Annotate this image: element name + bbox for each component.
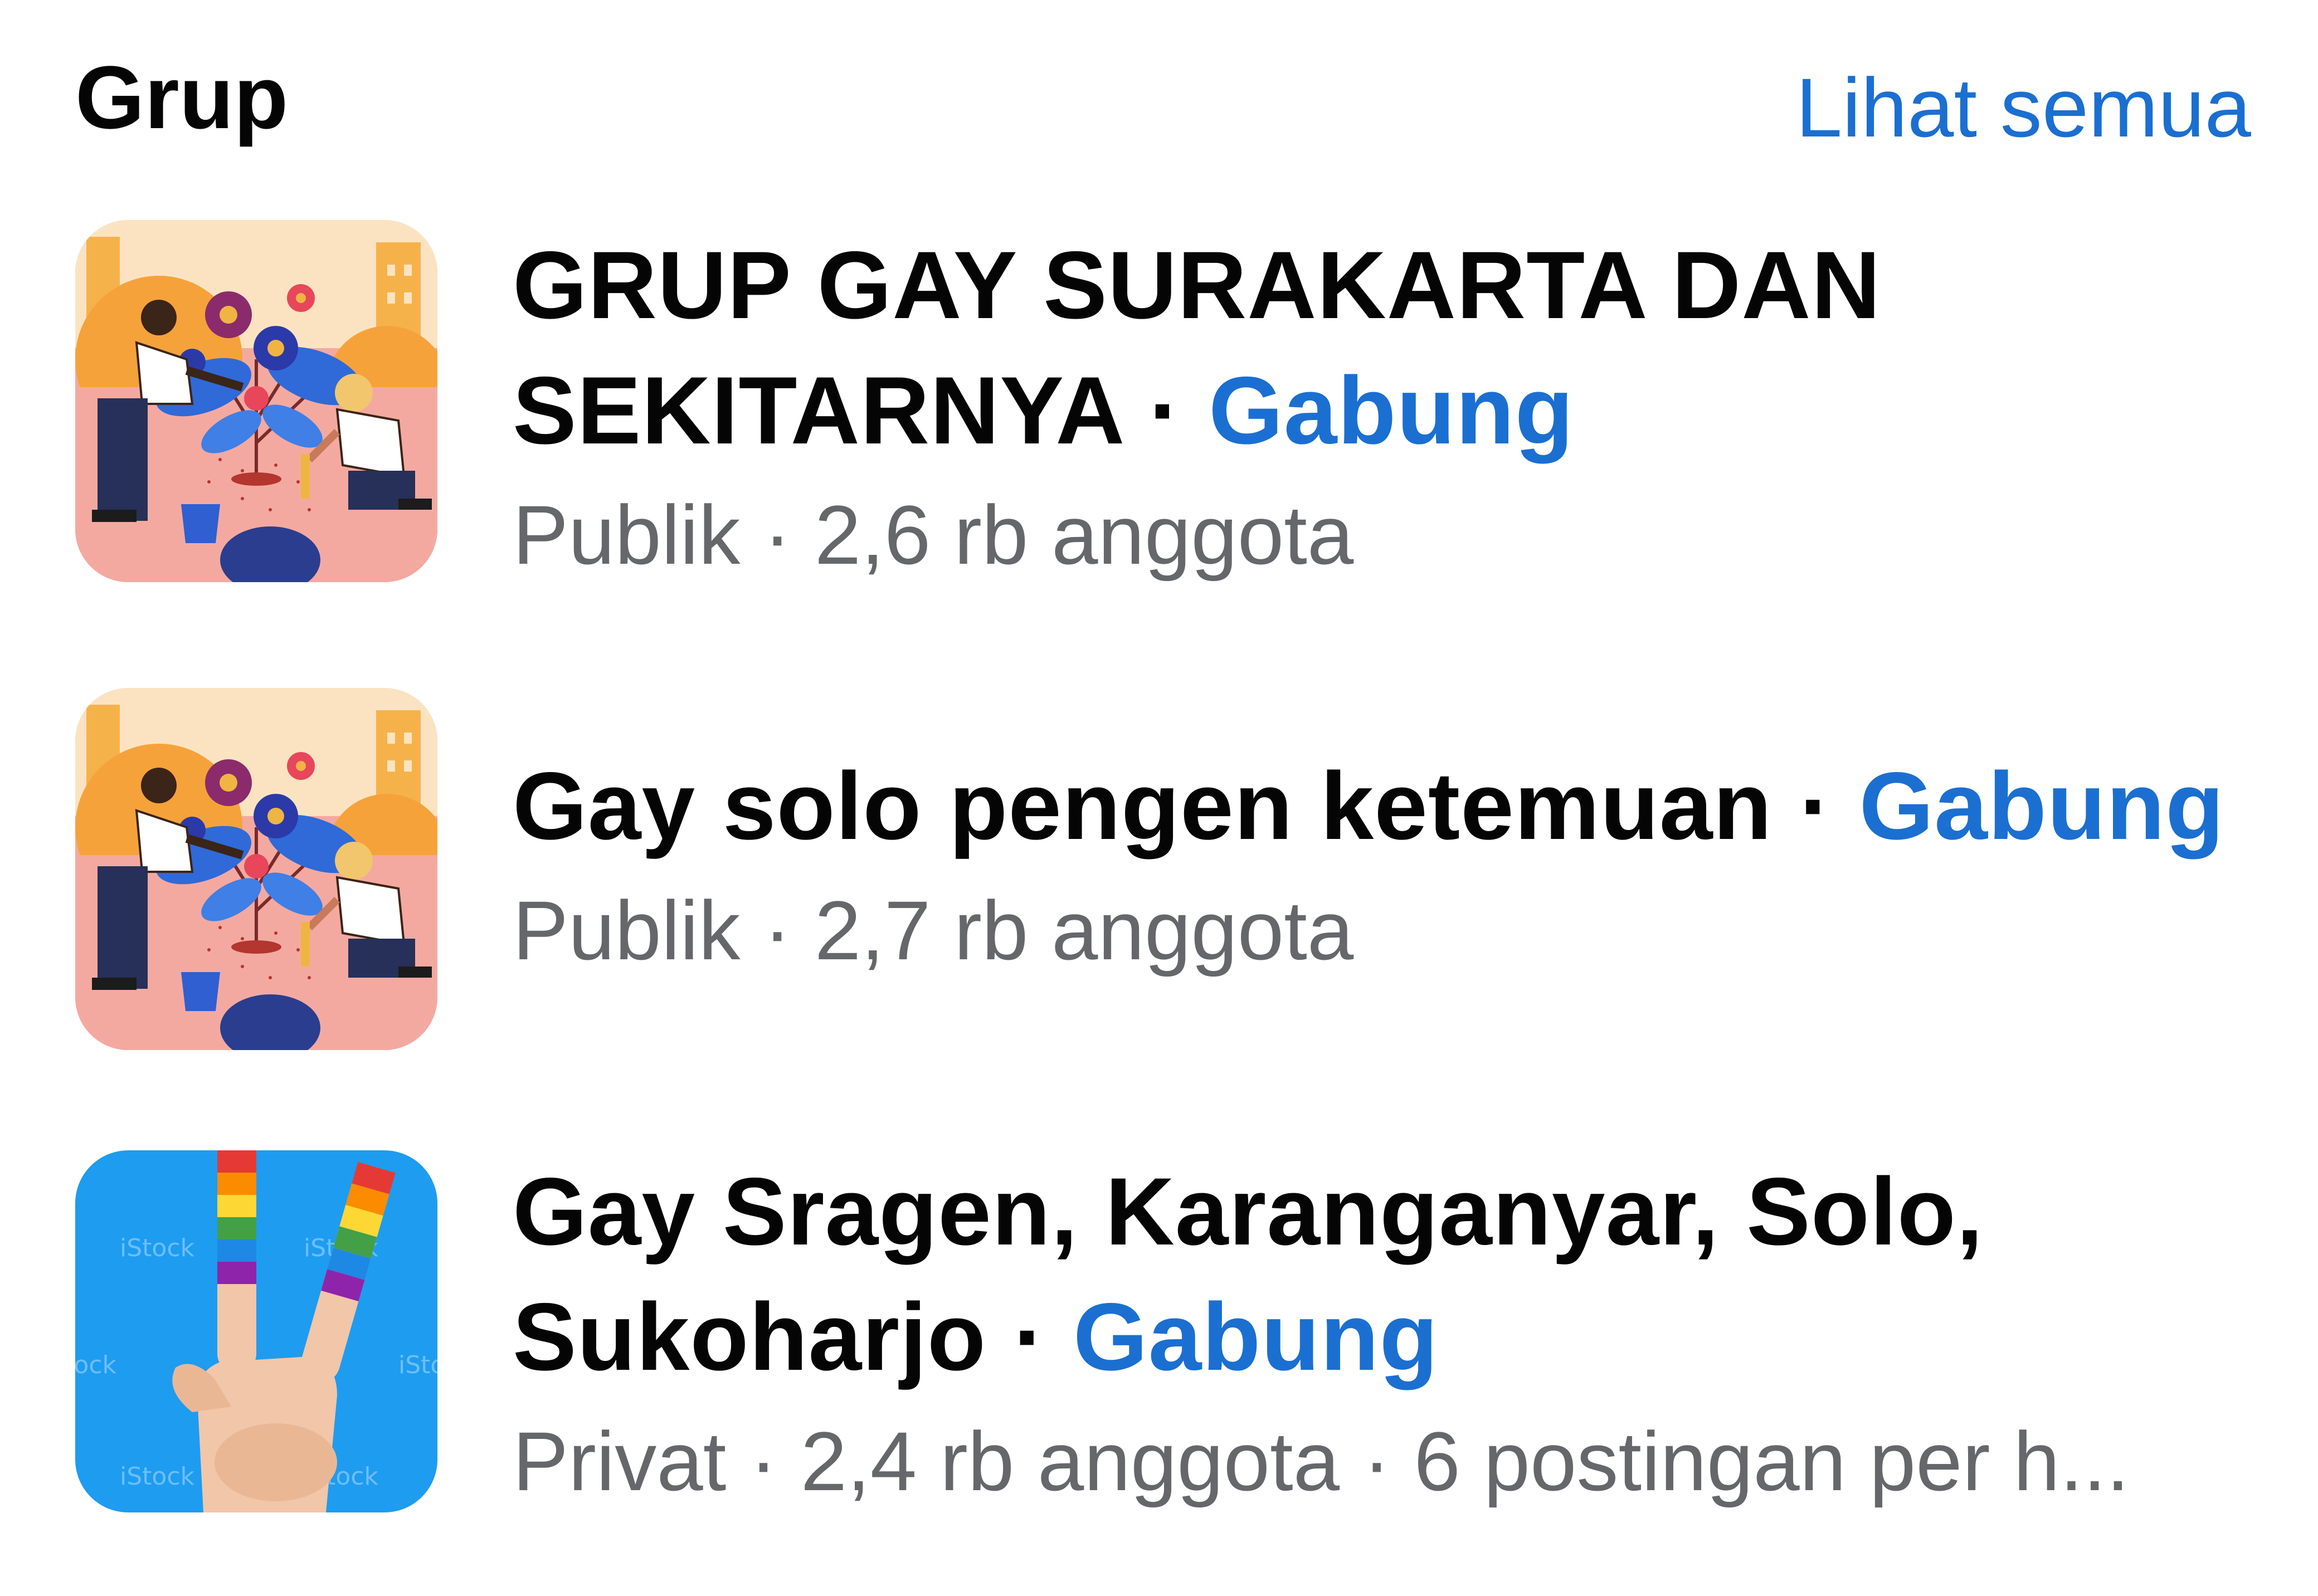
section-title: Grup	[75, 47, 289, 147]
group-name[interactable]: Gay solo pengen ketemuan	[513, 753, 1772, 860]
group-thumbnail[interactable]	[75, 220, 437, 582]
group-meta: Privat · 2,4 rb anggota · 6 postingan pe…	[513, 1414, 2130, 1508]
see-all-link[interactable]: Lihat semua	[1796, 66, 2251, 149]
group-info: Gay Sragen, Karanganyar, Solo, Sukoharjo…	[513, 1149, 2268, 1517]
separator-dot: ·	[1122, 357, 1209, 464]
join-button[interactable]: Gabung	[1859, 753, 2224, 860]
garden-illustration-icon	[75, 220, 437, 582]
watermark-text: iStock	[120, 1234, 195, 1262]
meta-separator: ·	[740, 884, 815, 977]
group-meta: Publik · 2,7 rb anggota	[513, 875, 2268, 986]
join-button[interactable]: Gabung	[1073, 1283, 1439, 1390]
group-name[interactable]: GRUP GAY SURAKARTA DAN	[513, 232, 1881, 339]
meta-separator: ·	[740, 488, 815, 582]
group-thumbnail[interactable]	[75, 688, 437, 1050]
rainbow-peace-hand-icon: iStock iStock iStock iStock iStock iStoc…	[75, 1150, 437, 1512]
separator-dot: ·	[986, 1283, 1073, 1390]
group-name[interactable]: Sukoharjo	[513, 1283, 986, 1390]
privacy-label: Publik	[513, 884, 741, 977]
member-count: 2,7 rb anggota	[814, 884, 1354, 977]
watermark-text: iStock	[398, 1351, 437, 1379]
group-meta: Publik · 2,6 rb anggota	[513, 479, 2268, 590]
group-info: GRUP GAY SURAKARTA DAN SEKITARNYA · Gabu…	[513, 223, 2268, 590]
member-count: 2,6 rb anggota	[814, 488, 1354, 582]
group-info: Gay solo pengen ketemuan · Gabung Publik…	[513, 744, 2268, 986]
group-name[interactable]: SEKITARNYA	[513, 357, 1122, 464]
watermark-text: iStock	[75, 1351, 117, 1379]
watermark-text: iStock	[120, 1462, 195, 1491]
group-thumbnail[interactable]: iStock iStock iStock iStock iStock iStoc…	[75, 1150, 437, 1512]
privacy-label: Publik	[513, 488, 741, 582]
garden-illustration-icon	[75, 688, 437, 1050]
separator-dot: ·	[1772, 753, 1859, 860]
join-button[interactable]: Gabung	[1209, 357, 1574, 464]
group-name[interactable]: Gay Sragen, Karanganyar, Solo,	[513, 1158, 1984, 1265]
